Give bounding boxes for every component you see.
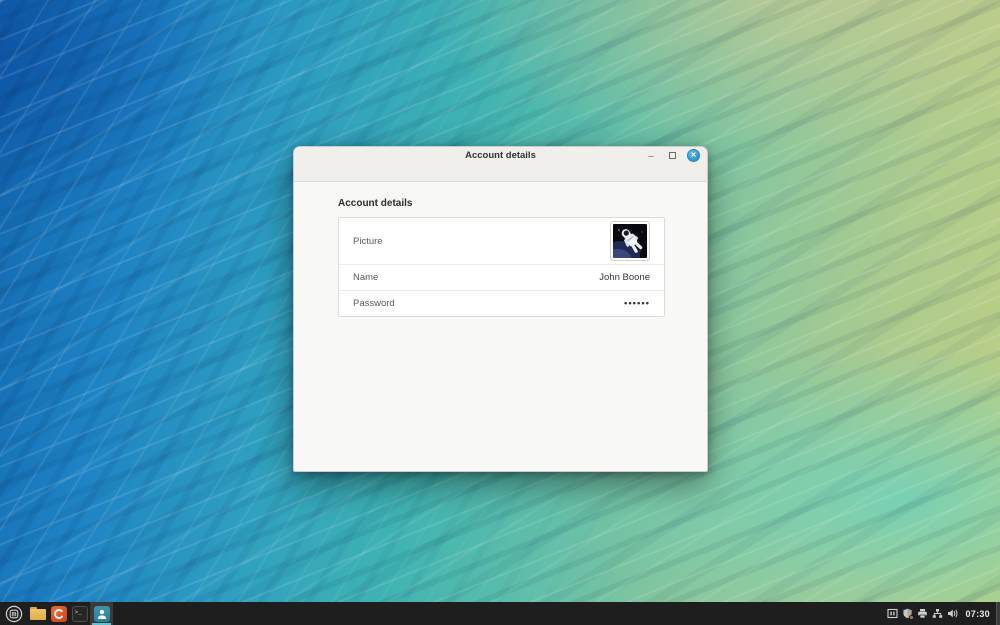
- volume-tray-icon[interactable]: [945, 602, 960, 625]
- terminal-launcher[interactable]: >_: [69, 602, 90, 625]
- password-label: Password: [353, 298, 395, 309]
- files-launcher[interactable]: [27, 602, 48, 625]
- maximize-icon: [669, 152, 676, 159]
- folder-icon: [30, 607, 46, 620]
- account-settings-card: Picture: [338, 217, 665, 317]
- firefox-icon: [51, 606, 67, 622]
- account-details-window: Account details – ✕ Account details Pict…: [293, 146, 708, 472]
- astronaut-avatar-image: [613, 224, 647, 258]
- close-button[interactable]: ✕: [687, 149, 700, 162]
- name-label: Name: [353, 272, 378, 283]
- window-content: Account details Picture: [294, 182, 707, 317]
- firefox-launcher[interactable]: [48, 602, 69, 625]
- window-titlebar[interactable]: Account details – ✕: [294, 147, 707, 182]
- update-manager-shield-icon[interactable]: [900, 602, 915, 625]
- name-row[interactable]: Name John Boone: [339, 264, 664, 290]
- taskbar: >_: [0, 602, 1000, 625]
- window-list-tray-icon[interactable]: [885, 602, 900, 625]
- mint-logo-icon: [5, 605, 23, 623]
- password-row[interactable]: Password ••••••: [339, 290, 664, 316]
- name-value: John Boone: [599, 272, 650, 283]
- taskbar-window-user-accounts[interactable]: [90, 602, 113, 625]
- terminal-icon: >_: [72, 606, 88, 622]
- picture-row[interactable]: Picture: [339, 218, 664, 264]
- maximize-button[interactable]: [666, 149, 678, 161]
- minimize-button[interactable]: –: [645, 149, 657, 161]
- updates-available-badge: [909, 615, 914, 620]
- user-accounts-icon: [94, 606, 110, 622]
- picture-button[interactable]: [610, 221, 650, 261]
- printer-tray-icon[interactable]: [915, 602, 930, 625]
- password-value: ••••••: [624, 298, 650, 309]
- show-desktop-button[interactable]: [996, 602, 1000, 625]
- mint-menu-button[interactable]: [0, 602, 27, 625]
- picture-label: Picture: [353, 236, 383, 247]
- network-tray-icon[interactable]: [930, 602, 945, 625]
- section-title: Account details: [338, 198, 663, 209]
- taskbar-clock[interactable]: 07:30: [960, 609, 996, 619]
